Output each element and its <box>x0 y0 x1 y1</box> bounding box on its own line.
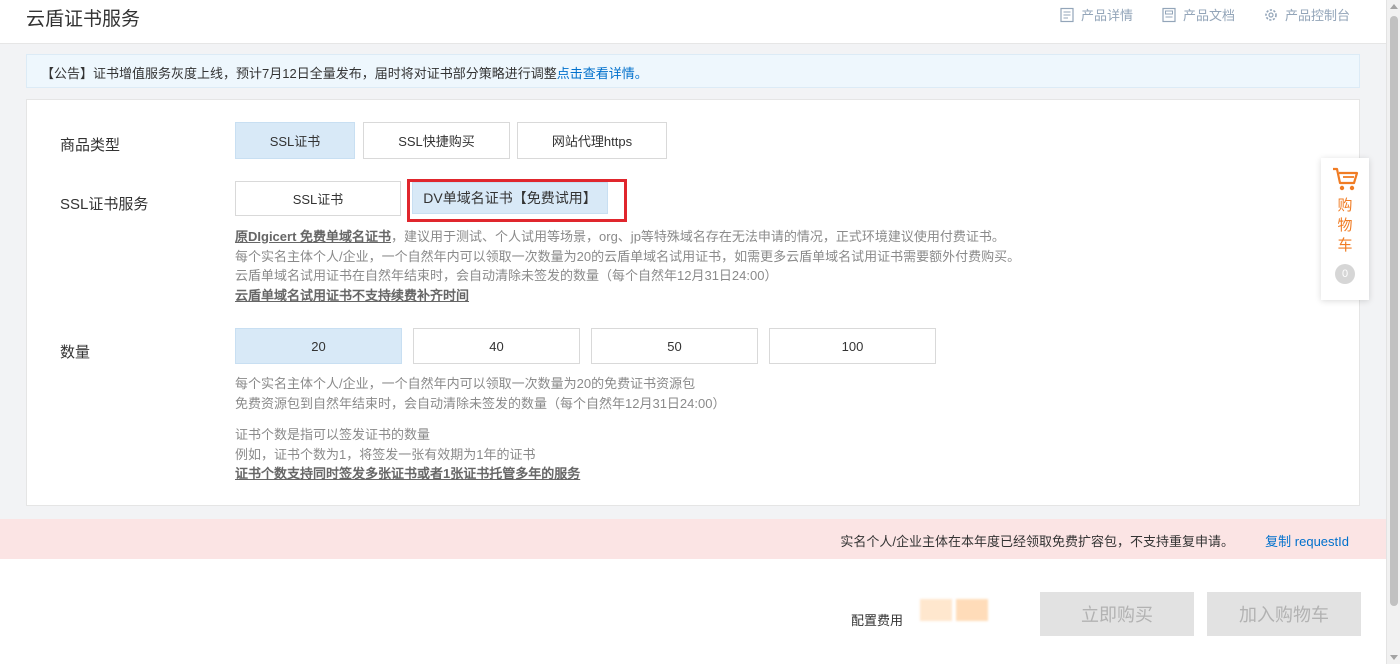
product-console-label: 产品控制台 <box>1284 8 1350 23</box>
product-console-link[interactable]: 产品控制台 <box>1263 5 1350 24</box>
buy-now-button[interactable]: 立即购买 <box>1040 592 1194 636</box>
ssl-desc-line-1: 原DIgicert 免费单域名证书，建议用于测试、个人试用等场景，org、jp等… <box>235 227 1020 247</box>
order-form-card: 商品类型 SSL证书 SSL快捷购买 网站代理https SSL证书服务 SSL… <box>26 99 1360 506</box>
ssl-service-description: 原DIgicert 免费单域名证书，建议用于测试、个人试用等场景，org、jp等… <box>235 227 1020 305</box>
qty-desc-line-2: 免费资源包到自然年结束时，会自动清除未签发的数量（每个自然年12月31日24:0… <box>235 395 726 411</box>
ssl-desc-lead: 原DIgicert 免费单域名证书 <box>235 229 392 244</box>
product-details-link[interactable]: 产品详情 <box>1059 5 1133 24</box>
qty-desc-line-3: 证书个数是指可以签发证书的数量 <box>235 427 431 442</box>
ssl-service-label: SSL证书服务 <box>60 196 149 213</box>
scroll-down-arrow[interactable] <box>1390 655 1398 660</box>
quantity-label: 数量 <box>60 344 91 361</box>
error-bar: 实名个人/企业主体在本年度已经领取免费扩容包，不支持重复申请。 复制 reque… <box>0 519 1386 559</box>
copy-request-id-link[interactable]: 复制 requestId <box>1265 531 1349 550</box>
announcement-text: 【公告】证书增值服务灰度上线，预计7月12日全量发布，届时将对证书部分策略进行调… <box>41 66 557 81</box>
ssl-service-option-dv-free[interactable]: DV单域名证书【免费试用】 <box>412 182 608 214</box>
product-docs-link[interactable]: 产品文档 <box>1161 5 1235 24</box>
product-type-option-ssl[interactable]: SSL证书 <box>235 122 355 159</box>
qty-desc-line-4: 例如，证书个数为1，将签发一张有效期为1年的证书 <box>235 446 536 462</box>
top-bar: 云盾证书服务 产品详情 产品文档 产品控制台 <box>0 0 1386 44</box>
quantity-option-20[interactable]: 20 <box>235 328 402 364</box>
quantity-option-50[interactable]: 50 <box>591 328 758 364</box>
ssl-desc-line-3: 云盾单域名试用证书在自然年结束时，会自动清除未签发的数量（每个自然年12月31日… <box>235 268 778 283</box>
announcement-details-link[interactable]: 点击查看详情。 <box>557 66 648 81</box>
fee-value-block <box>956 599 988 621</box>
ssl-desc-line-1-text: ，建议用于测试、个人试用等场景，org、jp等特殊域名存在无法申请的情况，正式环… <box>391 229 1005 244</box>
product-type-option-proxy-https[interactable]: 网站代理https <box>517 122 667 159</box>
quantity-option-40[interactable]: 40 <box>413 328 580 364</box>
product-details-label: 产品详情 <box>1080 8 1133 23</box>
ssl-desc-line-2: 每个实名主体个人/企业，一个自然年内可以领取一次数量为20的云盾单域名试用证书，… <box>235 248 1021 264</box>
error-message: 实名个人/企业主体在本年度已经领取免费扩容包，不支持重复申请。 <box>840 534 1234 549</box>
fee-label: 配置费用 <box>851 613 904 628</box>
quantity-option-100[interactable]: 100 <box>769 328 936 364</box>
purchase-footer: 配置费用 立即购买 加入购物车 <box>0 559 1386 664</box>
quantity-description: 每个实名主体个人/企业，一个自然年内可以领取一次数量为20的免费证书资源包 免费… <box>235 374 725 413</box>
page-title: 云盾证书服务 <box>26 9 141 30</box>
scroll-thumb[interactable] <box>1390 16 1398 606</box>
product-docs-label: 产品文档 <box>1182 8 1235 23</box>
fee-value-blurred <box>920 599 988 621</box>
add-to-cart-button[interactable]: 加入购物车 <box>1207 592 1361 636</box>
ssl-service-option-ssl[interactable]: SSL证书 <box>235 181 401 216</box>
ssl-desc-line-4: 云盾单域名试用证书不支持续费补齐时间 <box>235 287 470 303</box>
top-links: 产品详情 产品文档 产品控制台 <box>1059 5 1350 24</box>
product-type-option-ssl-quick[interactable]: SSL快捷购买 <box>363 122 510 159</box>
fee-value-block <box>920 599 952 621</box>
file-icon <box>1162 7 1176 22</box>
cart-count-badge: 0 <box>1335 264 1355 284</box>
gear-icon <box>1265 8 1277 21</box>
scroll-up-arrow[interactable] <box>1390 4 1398 9</box>
document-icon <box>1060 7 1074 22</box>
cart-icon <box>1333 167 1359 191</box>
product-type-label: 商品类型 <box>60 137 121 154</box>
qty-desc-line-5: 证书个数支持同时签发多张证书或者1张证书托管多年的服务 <box>235 466 581 481</box>
qty-desc-line-1: 每个实名主体个人/企业，一个自然年内可以领取一次数量为20的免费证书资源包 <box>235 376 696 391</box>
shopping-cart-widget[interactable]: 购物车 0 <box>1321 158 1369 300</box>
quantity-note: 证书个数是指可以签发证书的数量 例如，证书个数为1，将签发一张有效期为1年的证书… <box>235 425 580 484</box>
cart-label: 购物车 <box>1337 197 1353 254</box>
page-scrollbar[interactable] <box>1386 0 1400 664</box>
announcement-bar: 【公告】证书增值服务灰度上线，预计7月12日全量发布，届时将对证书部分策略进行调… <box>26 54 1360 88</box>
